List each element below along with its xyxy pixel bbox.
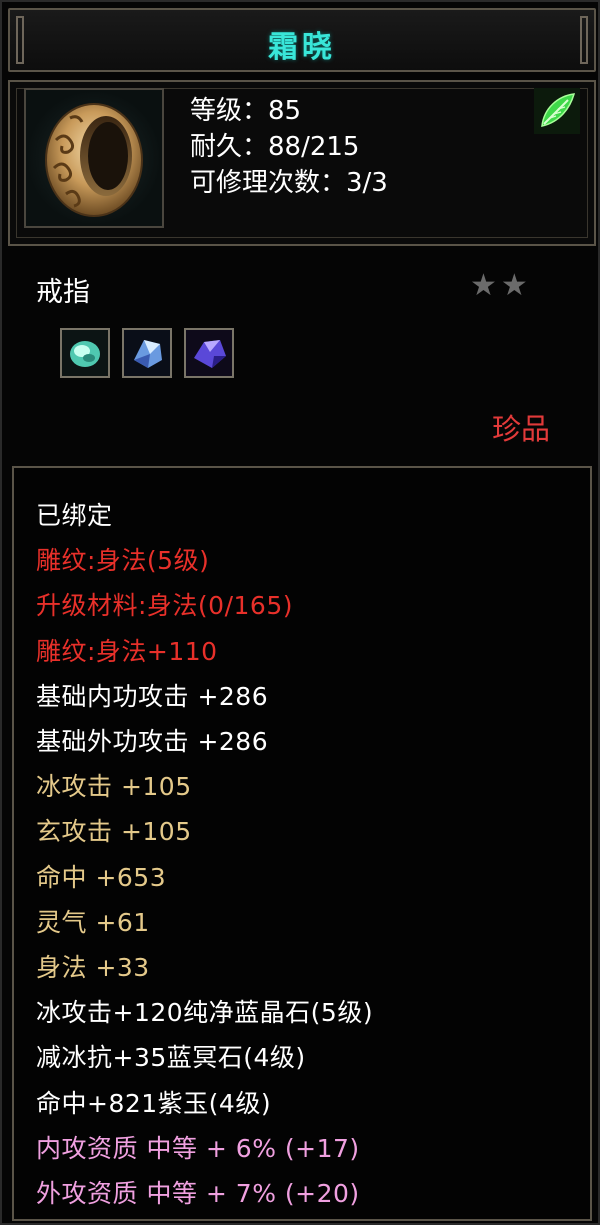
attribute-line: 内攻资质 中等 + 6% (+17)	[36, 1134, 360, 1163]
attribute-line: 雕纹:身法+110	[36, 637, 218, 666]
attribute-line: 命中 +653	[36, 863, 167, 892]
attribute-line: 减冰抗+35蓝冥石(4级)	[36, 1043, 306, 1072]
attribute-line: 已绑定	[36, 501, 113, 530]
rarity-label: 珍品	[492, 412, 551, 446]
attribute-line: 冰攻击 +105	[36, 772, 192, 801]
attribute-line: 冰攻击+120纯净蓝晶石(5级)	[36, 998, 374, 1027]
item-name: 霜晓	[268, 30, 336, 65]
item-tooltip: 霜晓 等级：85 耐久：88/215 可修理次数：3/3 戒指 ★★ 珍品 已绑…	[0, 0, 600, 1225]
attribute-line: 基础外功攻击 +286	[36, 727, 269, 756]
green-gem-icon	[60, 328, 110, 378]
attribute-line: 雕纹:身法(5级)	[36, 546, 210, 575]
item-type: 戒指	[36, 277, 90, 308]
star-rating: ★★	[470, 268, 532, 303]
attribute-line: 命中+821紫玉(4级)	[36, 1089, 272, 1118]
blue-crystal-icon	[122, 328, 172, 378]
repair-count-line: 可修理次数：3/3	[190, 168, 388, 198]
attribute-line: 玄攻击 +105	[36, 817, 192, 846]
attribute-line: 基础内功攻击 +286	[36, 682, 269, 711]
ring-icon	[24, 88, 164, 228]
attribute-line: 身法 +33	[36, 953, 150, 982]
title-bar: 霜晓	[8, 8, 596, 72]
attribute-line: 外攻资质 中等 + 7% (+20)	[36, 1179, 360, 1208]
purple-jade-icon	[184, 328, 234, 378]
leaf-icon	[534, 88, 580, 134]
attribute-line: 升级材料:身法(0/165)	[36, 591, 293, 620]
attribute-line: 灵气 +61	[36, 908, 150, 937]
durability-line: 耐久：88/215	[190, 132, 360, 162]
level-line: 等级：85	[190, 96, 302, 126]
